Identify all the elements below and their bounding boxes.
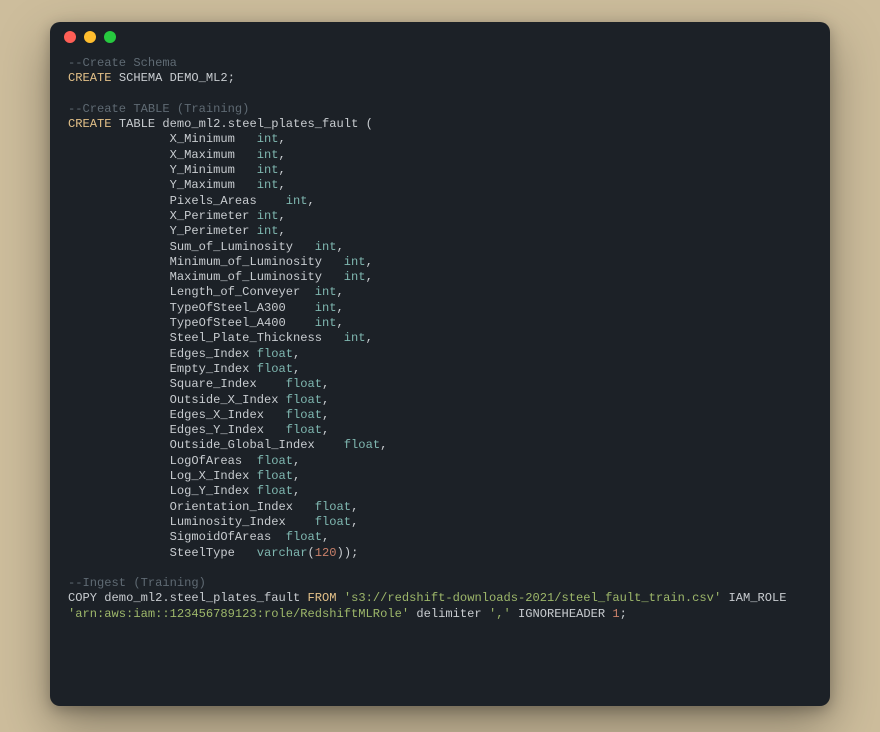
type-float: float (315, 500, 351, 514)
table-name: demo_ml2.steel_plates_fault (162, 117, 358, 131)
type-int: int (257, 224, 279, 238)
col-sum-lum: Sum_of_Luminosity (170, 240, 293, 254)
type-int: int (257, 148, 279, 162)
kw-copy: COPY (68, 591, 97, 605)
type-float: float (286, 377, 322, 391)
varchar-len: 120 (315, 546, 337, 560)
kw-create: CREATE (68, 71, 112, 85)
col-edges-y-idx: Edges_Y_Index (170, 423, 264, 437)
type-float: float (257, 454, 293, 468)
col-lum-idx: Luminosity_Index (170, 515, 286, 529)
col-x-perim: X_Perimeter (170, 209, 250, 223)
type-int: int (315, 240, 337, 254)
type-float: float (286, 423, 322, 437)
type-float: float (315, 515, 351, 529)
col-steel-a300: TypeOfSteel_A300 (170, 301, 286, 315)
col-out-global-idx: Outside_Global_Index (170, 438, 315, 452)
col-min-lum: Minimum_of_Luminosity (170, 255, 322, 269)
col-thickness: Steel_Plate_Thickness (170, 331, 322, 345)
type-float: float (257, 484, 293, 498)
type-int: int (257, 209, 279, 223)
kw-schema: SCHEMA (119, 71, 163, 85)
col-y-perim: Y_Perimeter (170, 224, 250, 238)
col-edges-idx: Edges_Index (170, 347, 250, 361)
type-int: int (344, 270, 366, 284)
type-int: int (315, 316, 337, 330)
col-max-lum: Maximum_of_Luminosity (170, 270, 322, 284)
comment-schema: --Create Schema (68, 56, 177, 70)
minimize-icon[interactable] (84, 31, 96, 43)
code-block: --Create Schema CREATE SCHEMA DEMO_ML2; … (50, 52, 830, 640)
delimiter-val: ',' (489, 607, 511, 621)
kw-table: TABLE (119, 117, 155, 131)
col-edges-x-idx: Edges_X_Index (170, 408, 264, 422)
col-y-min: Y_Minimum (170, 163, 235, 177)
col-empty-idx: Empty_Index (170, 362, 250, 376)
col-steel-type: SteelType (170, 546, 235, 560)
type-float: float (286, 393, 322, 407)
zoom-icon[interactable] (104, 31, 116, 43)
schema-name: DEMO_ML2 (170, 71, 228, 85)
type-float: float (257, 362, 293, 376)
type-float: float (344, 438, 380, 452)
window-titlebar (50, 22, 830, 52)
kw-delimiter: delimiter (416, 607, 481, 621)
col-out-x-idx: Outside_X_Index (170, 393, 279, 407)
type-float: float (286, 408, 322, 422)
col-steel-a400: TypeOfSteel_A400 (170, 316, 286, 330)
col-log-areas: LogOfAreas (170, 454, 243, 468)
col-sigmoid: SigmoidOfAreas (170, 530, 272, 544)
col-x-min: X_Minimum (170, 132, 235, 146)
type-int: int (315, 285, 337, 299)
col-log-x-idx: Log_X_Index (170, 469, 250, 483)
col-square-idx: Square_Index (170, 377, 257, 391)
close-icon[interactable] (64, 31, 76, 43)
kw-from: FROM (308, 591, 337, 605)
terminal-window: --Create Schema CREATE SCHEMA DEMO_ML2; … (50, 22, 830, 706)
type-float: float (257, 347, 293, 361)
ignoreheader-val: 1 (612, 607, 619, 621)
s3-path: 's3://redshift-downloads-2021/steel_faul… (344, 591, 721, 605)
kw-create2: CREATE (68, 117, 112, 131)
col-pixels-areas: Pixels_Areas (170, 194, 257, 208)
type-varchar: varchar (257, 546, 308, 560)
iam-arn: 'arn:aws:iam::123456789123:role/Redshift… (68, 607, 409, 621)
type-float: float (257, 469, 293, 483)
type-int: int (286, 194, 308, 208)
type-int: int (257, 163, 279, 177)
type-int: int (315, 301, 337, 315)
col-log-y-idx: Log_Y_Index (170, 484, 250, 498)
col-orient-idx: Orientation_Index (170, 500, 293, 514)
type-int: int (257, 178, 279, 192)
kw-ignoreheader: IGNOREHEADER (518, 607, 605, 621)
type-float: float (286, 530, 322, 544)
comment-ingest: --Ingest (Training) (68, 576, 206, 590)
type-int: int (344, 255, 366, 269)
comment-table: --Create TABLE (Training) (68, 102, 249, 116)
col-len-conv: Length_of_Conveyer (170, 285, 301, 299)
kw-iam-role: IAM_ROLE (728, 591, 786, 605)
col-x-max: X_Maximum (170, 148, 235, 162)
type-int: int (344, 331, 366, 345)
type-int: int (257, 132, 279, 146)
col-y-max: Y_Maximum (170, 178, 235, 192)
copy-target: demo_ml2.steel_plates_fault (104, 591, 300, 605)
